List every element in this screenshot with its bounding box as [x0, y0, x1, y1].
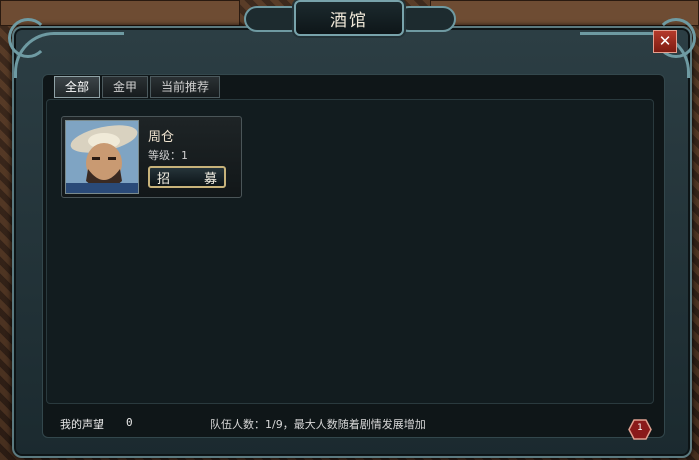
party-size-note: 队伍人数：1/9，最大人数随着剧情发展增加: [210, 418, 426, 431]
close-icon: ✕: [658, 32, 672, 50]
prestige-value: 0: [126, 416, 133, 429]
tab-golden-armor[interactable]: 金甲: [102, 76, 149, 98]
title-ornament-right: [396, 6, 456, 32]
tab-bar: 全部 金甲 当前推荐: [54, 76, 221, 98]
recruit-button[interactable]: 招募: [148, 166, 226, 188]
tab-recommended[interactable]: 当前推荐: [150, 76, 221, 98]
recruit-button-label: 招募: [156, 171, 251, 187]
hero-name: 周仓: [148, 130, 175, 145]
prestige-label: 我的声望: [60, 418, 104, 431]
hero-card: 周仓 等级：1 招募: [61, 116, 242, 198]
tab-all[interactable]: 全部: [54, 76, 101, 98]
badge-count: 1: [637, 423, 643, 433]
window-title-plate: 酒馆: [294, 0, 404, 36]
swirl-ornament-icon: [8, 18, 48, 58]
notification-badge[interactable]: 1: [628, 419, 652, 440]
hero-portrait: [65, 120, 139, 194]
hero-level: 等级：1: [148, 149, 188, 162]
window-title: 酒馆: [330, 10, 368, 31]
background-building: [430, 0, 699, 26]
close-button[interactable]: ✕: [653, 30, 677, 53]
